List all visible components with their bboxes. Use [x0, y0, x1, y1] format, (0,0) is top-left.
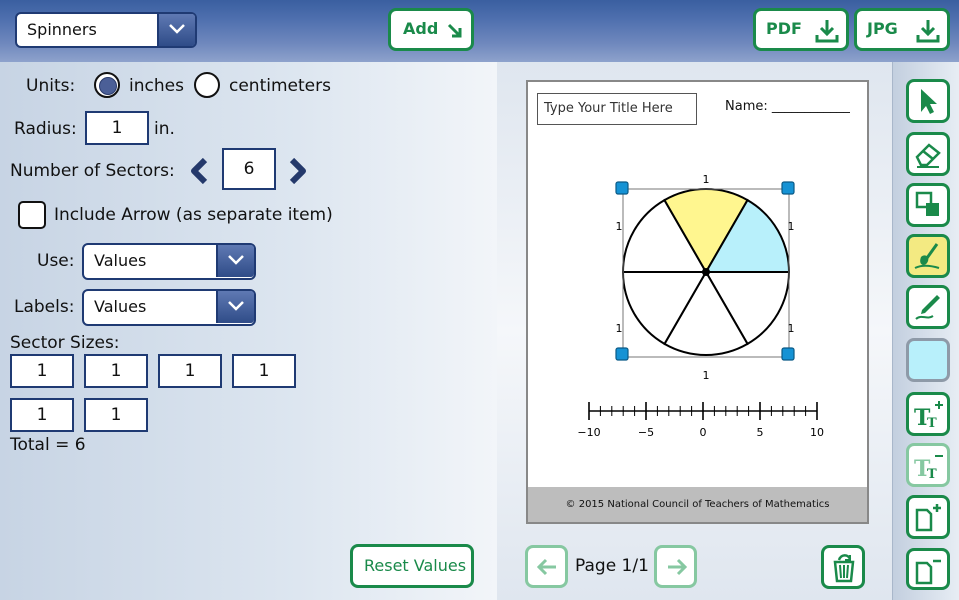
arrow-left-icon	[536, 558, 556, 576]
trash-recycle-icon	[833, 554, 855, 583]
jpg-button-label: JPG	[867, 19, 898, 38]
page-indicator: Page 1/1	[575, 556, 649, 576]
radius-input[interactable]: 1	[85, 111, 149, 145]
resize-handle[interactable]	[781, 181, 795, 195]
tool-type-value: Spinners	[27, 20, 97, 39]
text-decrease-button[interactable]: T T	[906, 443, 950, 487]
pen-tool-button[interactable]	[906, 285, 950, 329]
chevron-left-icon[interactable]	[189, 158, 211, 184]
radio-inches-label[interactable]: inches	[129, 75, 184, 97]
chevron-down-icon[interactable]	[216, 291, 254, 323]
number-line-label: 5	[757, 426, 764, 439]
radius-label: Radius:	[14, 119, 77, 139]
number-line: −10 −5 0 5 10	[577, 402, 824, 439]
arrow-down-right-icon	[447, 23, 462, 38]
remove-page-button[interactable]	[906, 548, 950, 590]
use-label: Use:	[37, 251, 75, 271]
eraser-tool-button[interactable]	[906, 132, 950, 176]
layers-icon	[915, 191, 939, 216]
spinner-drawing: 1 1 1 1 1 1 −10 −5 0 5 10	[577, 173, 824, 439]
chevron-right-icon[interactable]	[286, 158, 308, 184]
remove-page-icon	[915, 559, 941, 585]
copyright-footer: © 2015 National Council of Teachers of M…	[528, 487, 867, 522]
sector-size-input-5[interactable]: 1	[10, 398, 74, 432]
dimension-label: 1	[616, 322, 623, 335]
arrow-right-icon	[668, 558, 688, 576]
next-page-button[interactable]	[654, 545, 697, 588]
number-line-label: 0	[700, 426, 707, 439]
eraser-icon	[915, 143, 941, 168]
sector-size-input-1[interactable]: 1	[10, 354, 74, 388]
settings-panel	[0, 62, 497, 600]
dimension-label: 1	[703, 173, 710, 186]
include-arrow-label[interactable]: Include Arrow (as separate item)	[54, 204, 333, 226]
spinner-center	[702, 268, 710, 276]
reset-values-button[interactable]: Reset Values	[350, 544, 474, 588]
labels-select-value: Values	[94, 297, 147, 316]
sector-sizes-label: Sector Sizes:	[10, 333, 120, 353]
sector-size-input-4[interactable]: 1	[232, 354, 296, 388]
use-select[interactable]: Values	[82, 243, 256, 280]
number-line-label: 10	[810, 426, 824, 439]
select-tool-button[interactable]	[906, 79, 950, 123]
pen-icon	[915, 295, 940, 320]
fill-bucket-icon	[914, 243, 940, 269]
reset-values-label: Reset Values	[364, 556, 467, 575]
sector-size-input-2[interactable]: 1	[84, 354, 148, 388]
add-button[interactable]: Add	[388, 8, 474, 51]
radio-inches[interactable]	[94, 72, 120, 98]
chevron-down-icon[interactable]	[216, 245, 254, 277]
add-button-label: Add	[403, 19, 439, 38]
dimension-label: 1	[788, 220, 795, 233]
download-icon	[815, 20, 839, 43]
fill-tool-button[interactable]	[906, 234, 950, 278]
add-page-button[interactable]	[906, 495, 950, 539]
resize-handle[interactable]	[615, 181, 629, 195]
pdf-button[interactable]: PDF	[753, 8, 849, 51]
dimension-label: 1	[788, 322, 795, 335]
radio-centimeters[interactable]	[194, 72, 220, 98]
dimension-label: 1	[703, 369, 710, 382]
arrange-tool-button[interactable]	[906, 183, 950, 227]
pdf-button-label: PDF	[766, 19, 802, 38]
labels-label: Labels:	[14, 297, 75, 317]
include-arrow-checkbox[interactable]	[18, 201, 46, 229]
delete-button[interactable]	[821, 545, 865, 589]
resize-handle[interactable]	[781, 347, 795, 361]
chevron-down-icon[interactable]	[157, 14, 195, 46]
sector-size-input-3[interactable]: 1	[158, 354, 222, 388]
svg-text:T: T	[927, 416, 937, 431]
sectors-label: Number of Sectors:	[10, 161, 175, 181]
labels-select[interactable]: Values	[82, 289, 256, 326]
use-select-value: Values	[94, 251, 147, 270]
color-swatch-button[interactable]	[906, 338, 950, 382]
svg-text:T: T	[927, 467, 937, 482]
prev-page-button[interactable]	[525, 545, 568, 588]
radio-centimeters-label[interactable]: centimeters	[229, 75, 331, 97]
worksheet-page: Type Your Title Here Name: ____________ …	[526, 80, 869, 524]
tool-type-select[interactable]: Spinners	[15, 12, 197, 48]
text-size-increase-icon: T T	[914, 401, 943, 431]
resize-handle[interactable]	[615, 347, 629, 361]
spinner[interactable]: 1 1 1 1 1 1	[615, 173, 795, 382]
jpg-button[interactable]: JPG	[854, 8, 950, 51]
total-text: Total = 6	[10, 435, 86, 455]
text-increase-button[interactable]: T T	[906, 392, 950, 436]
dimension-label: 1	[616, 220, 623, 233]
top-toolbar: Spinners Add PDF JPG	[0, 0, 959, 62]
sector-size-input-6[interactable]: 1	[84, 398, 148, 432]
download-icon	[916, 20, 940, 43]
arrow-pointer-icon	[921, 89, 937, 114]
radius-unit: in.	[154, 119, 175, 139]
number-line-label: −5	[638, 426, 654, 439]
units-label: Units:	[26, 76, 76, 96]
sectors-input[interactable]: 6	[222, 148, 276, 190]
number-line-label: −10	[577, 426, 600, 439]
text-size-decrease-icon: T T	[914, 455, 943, 482]
add-page-icon	[915, 504, 941, 532]
